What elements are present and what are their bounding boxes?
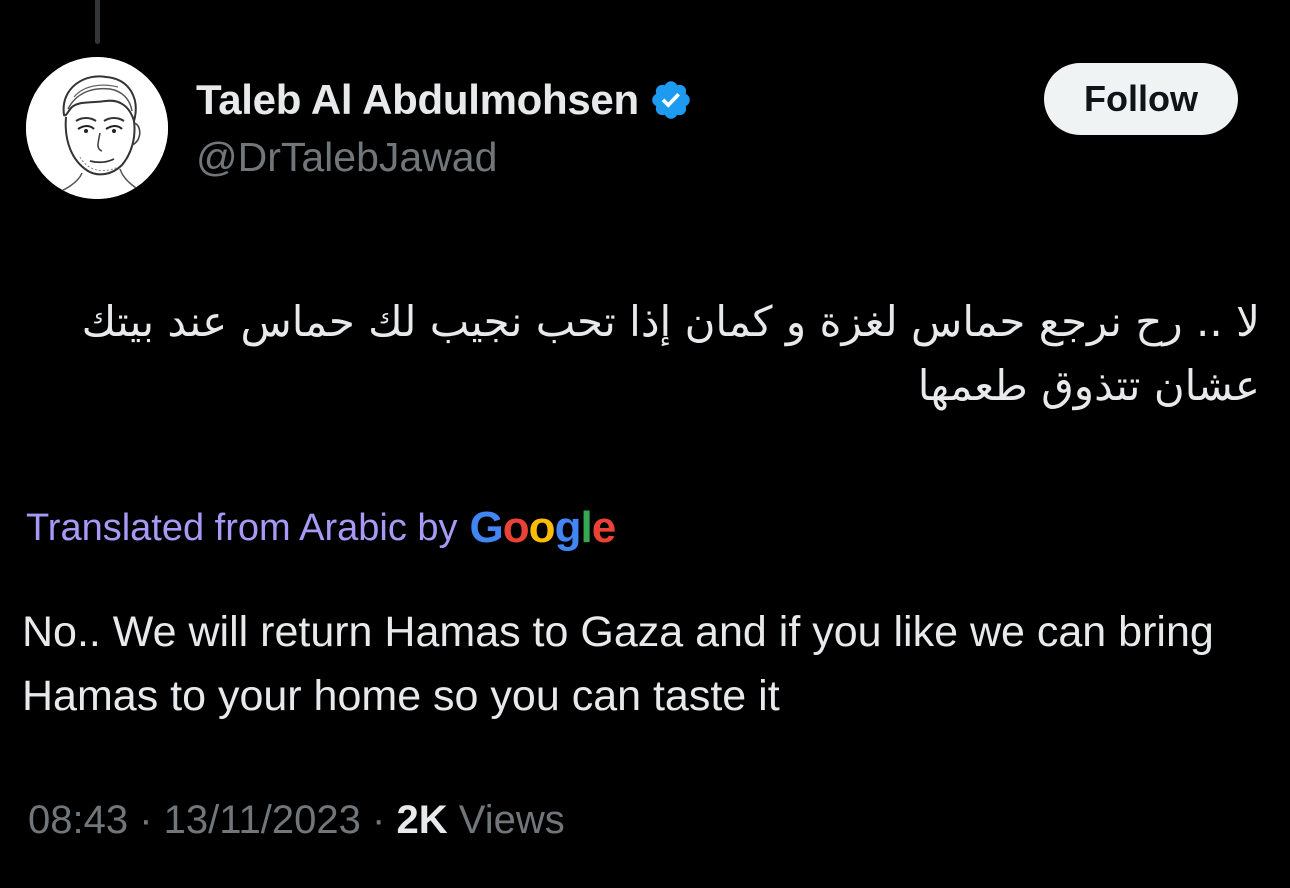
views-count: 2K [396, 798, 448, 842]
google-logo-letter: G [469, 503, 504, 552]
tweet-metadata: 08:43 · 13/11/2023 · 2K Views [28, 798, 565, 843]
google-logo-letter: g [554, 503, 582, 552]
avatar-sketch-image [26, 57, 168, 199]
google-logo-letter: l [580, 503, 592, 552]
follow-button[interactable]: Follow [1044, 63, 1238, 135]
verified-badge-icon[interactable] [649, 78, 693, 122]
translated-from-link[interactable]: Translated from Arabic by [26, 507, 458, 550]
tweet-date[interactable]: 13/11/2023 [164, 798, 361, 842]
author-handle[interactable]: @DrTalebJawad [196, 134, 497, 181]
tweet-translated-text: No.. We will return Hamas to Gaza and if… [22, 608, 1214, 720]
author-name-row: Taleb Al Abdulmohsen [196, 74, 693, 126]
meta-separator: · [139, 798, 164, 842]
translation-attribution: Translated from Arabic by Google [26, 498, 617, 558]
google-logo: Google [469, 503, 617, 553]
views-label: Views [458, 798, 565, 842]
meta-separator: · [372, 798, 397, 842]
tweet-time[interactable]: 08:43 [28, 798, 128, 842]
google-logo-letter: e [591, 503, 617, 552]
google-logo-letter: o [502, 503, 530, 552]
tweet-original-text: لا .. رح نرجع حماس لغزة و كمان إذا تحب ن… [81, 297, 1260, 410]
thread-connector-line [95, 0, 100, 44]
avatar[interactable] [26, 57, 168, 199]
google-logo-letter: o [528, 503, 556, 552]
author-display-name[interactable]: Taleb Al Abdulmohsen [196, 76, 639, 124]
